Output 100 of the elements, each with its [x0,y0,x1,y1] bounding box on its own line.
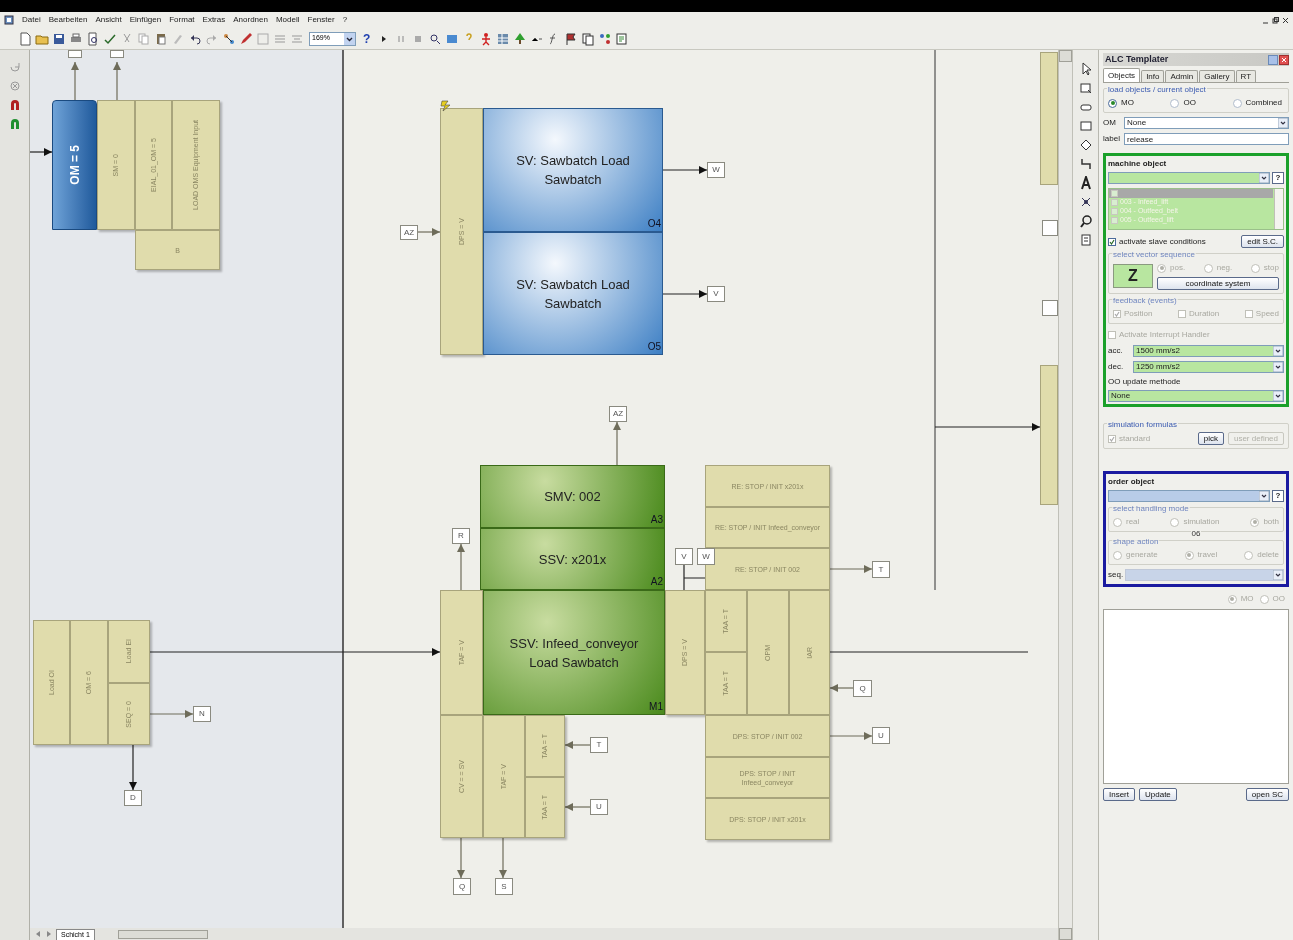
dropdown-field[interactable]: None [1124,117,1289,129]
new-document-icon[interactable] [18,31,32,46]
checkbox[interactable] [1108,237,1116,246]
block-label: SMV: 002 [543,488,602,506]
help-button[interactable]: ? [359,29,375,48]
dropdown-icon[interactable] [1273,346,1283,356]
menu-item[interactable]: Ansicht [95,14,122,26]
section-title: machine object [1108,158,1168,170]
radio-label: stop [1263,262,1279,274]
push-button[interactable]: open SC [1245,788,1289,801]
push-button[interactable]: edit S.C. [1241,235,1284,248]
search-icon[interactable] [1078,214,1093,228]
dropdown-field[interactable] [1108,490,1270,502]
dropdown-icon[interactable] [1259,173,1269,183]
menu-item[interactable]: Format [169,14,195,26]
lightning-icon [440,100,452,112]
checkmark-icon [1109,238,1115,245]
radio-label: Combined [1245,97,1282,109]
dropdown-field[interactable]: 1250 mm/s2 [1133,361,1284,373]
connector-icon[interactable] [1078,157,1093,171]
scroll-up-button[interactable] [1059,50,1072,62]
menu-item[interactable]: Extras [202,14,226,26]
menu-item[interactable]: Fenster [307,14,335,26]
connector-arrow [564,741,591,749]
rectangle-icon[interactable] [1078,119,1093,133]
network-icon[interactable] [598,31,613,46]
previous-sheet-icon[interactable] [34,930,42,938]
group-legend: select vector sequence [1112,249,1196,261]
tab[interactable]: Info [1141,70,1165,82]
dropdown-icon[interactable] [1259,491,1269,501]
help-button[interactable]: ? [1272,490,1284,502]
block-label: OM = 5 [66,145,83,185]
rotate-icon[interactable] [7,60,22,74]
connector-arrow [71,61,79,101]
list-scrollbar[interactable] [1274,189,1283,229]
dropdown-icon[interactable] [1273,362,1283,372]
grid-icon[interactable] [496,31,511,46]
text-area[interactable] [1103,609,1289,784]
help-button[interactable]: ? [1272,172,1284,184]
radio-label: MO [1121,97,1134,109]
radio-label: OO [1183,97,1196,109]
scroll-down-button[interactable] [1059,928,1072,940]
flag-icon[interactable] [564,31,579,46]
save-icon[interactable] [52,31,66,46]
radio-button[interactable] [1232,98,1242,108]
print-preview-icon[interactable] [86,31,100,46]
section-title: order object [1108,476,1156,488]
menu-item[interactable]: ? [342,14,348,26]
panel-title: ALC Templater [1104,52,1169,66]
push-button[interactable]: pick [1197,432,1224,445]
dropdown-field[interactable] [1108,172,1270,184]
tab[interactable]: Gallery [1199,70,1235,82]
radio-button[interactable] [1170,98,1180,108]
cancel-icon[interactable] [7,79,22,93]
dropdown-field[interactable]: 1500 mm/s2 [1133,345,1284,357]
connector-arrow [829,732,873,740]
horizontal-scrollbar[interactable] [117,929,208,939]
note-icon[interactable] [1078,233,1093,247]
connector-arrow [829,565,873,573]
connector-arrow [662,290,708,298]
tab[interactable]: Admin [1165,70,1199,82]
pencil-icon[interactable] [239,31,253,46]
block-label: SV: Sawbatch Load Sawbatch [515,152,631,189]
menu-item[interactable]: Datei [22,14,41,26]
connector-tag: U [872,727,890,744]
connector-tag [1042,300,1058,316]
pages-icon[interactable] [581,31,596,46]
zoom-step-icon[interactable] [428,31,443,46]
group-legend: feedback (events) [1112,295,1178,307]
menu-item[interactable]: Bearbeiten [48,14,88,26]
restore-icon[interactable] [1272,16,1279,24]
close-icon[interactable] [1279,54,1289,65]
block-id-label: M1 [649,702,663,712]
dropdown-field[interactable]: None [1108,390,1284,402]
menu-item[interactable]: Modell [275,14,300,26]
connector-tag: AZ [400,225,418,240]
push-button[interactable]: Insert [1103,788,1135,801]
next-sheet-icon[interactable] [45,930,53,938]
menu-item[interactable]: Einfügen [129,14,162,26]
tab[interactable]: RT [1235,70,1257,82]
connector-tag: D [124,790,142,806]
dropdown-icon[interactable] [1278,118,1288,128]
field-label: label [1103,133,1121,145]
diamond-icon[interactable] [1078,138,1093,152]
dropdown-icon[interactable] [1273,391,1283,401]
tab[interactable]: Objects [1103,68,1141,82]
paste-icon[interactable] [154,31,168,46]
dropdown-icon[interactable] [344,32,355,45]
insert-shape-icon[interactable] [1078,81,1093,95]
text-field[interactable]: release [1124,133,1289,145]
block-id-label: O4 [647,219,661,229]
report-icon[interactable] [615,31,630,46]
radio-button[interactable] [1108,98,1117,108]
checkbox-label: activate slave conditions [1119,235,1206,248]
text-tool-icon[interactable] [1078,176,1093,190]
menu-item[interactable]: Anordnen [233,14,268,26]
connect-icon[interactable] [222,31,236,46]
push-button[interactable]: Update [1139,788,1177,801]
close-icon[interactable] [1282,16,1289,24]
tree-icon[interactable] [513,31,528,46]
